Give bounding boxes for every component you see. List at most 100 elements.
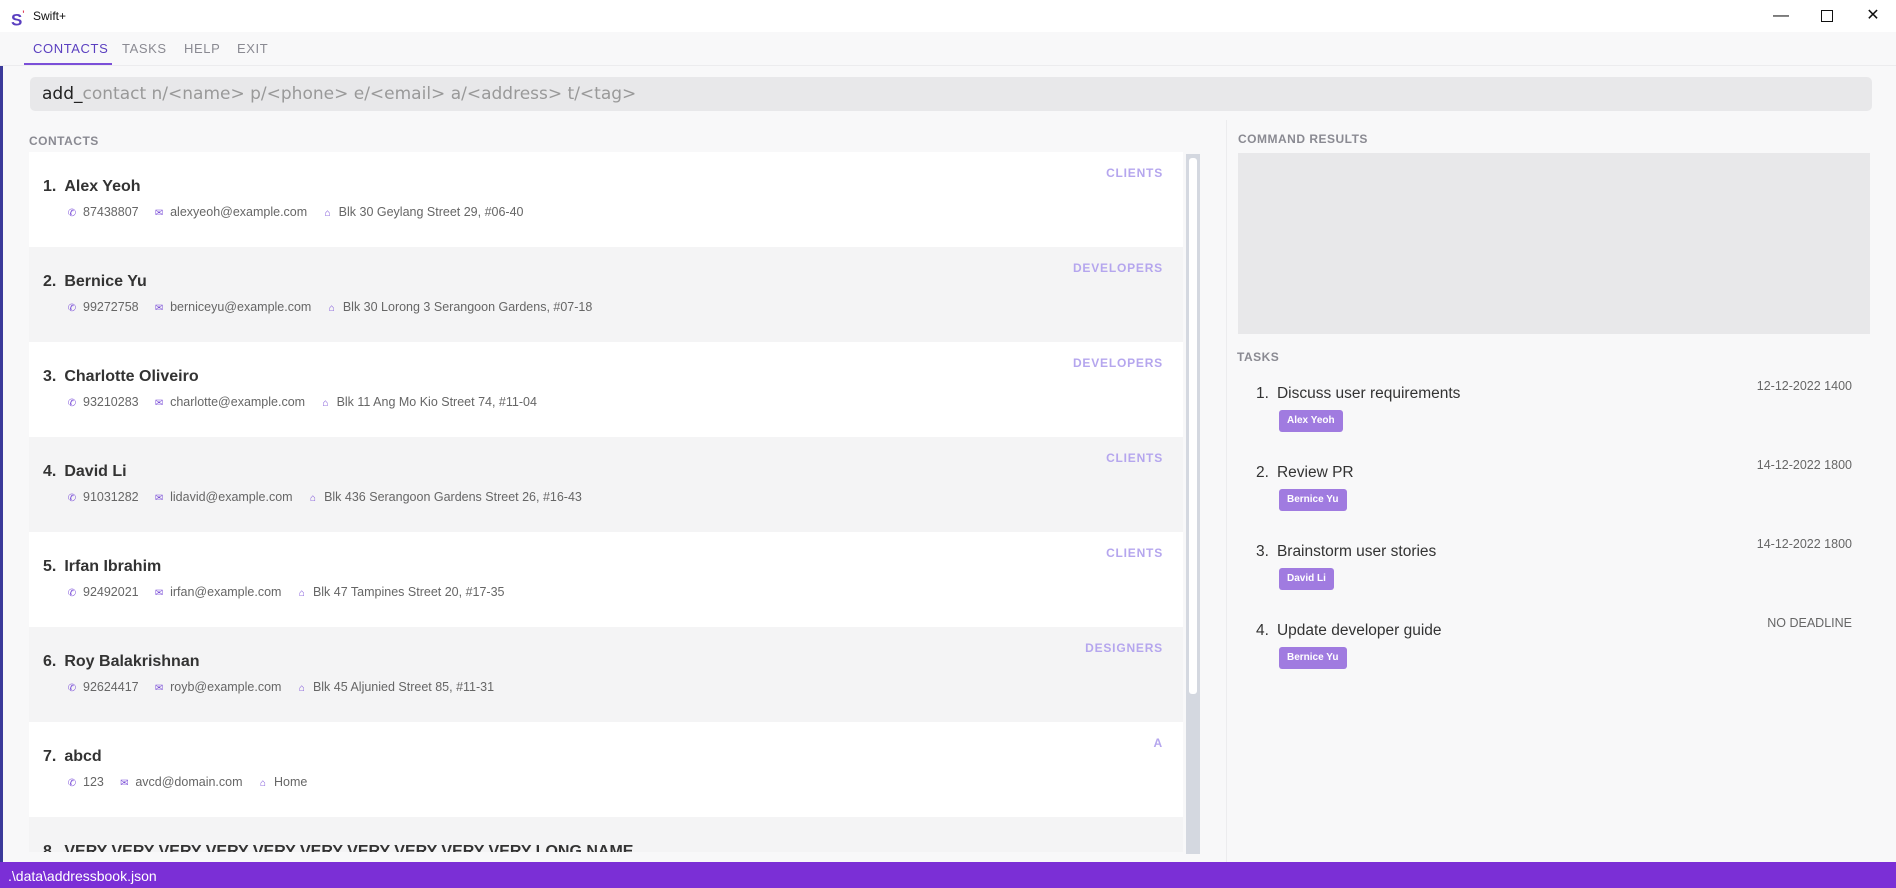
contact-address: Blk 11 Ang Mo Kio Street 74, #11-04 (336, 395, 537, 409)
task-item[interactable]: 1. Discuss user requirements 12-12-2022 1… (1256, 379, 1856, 455)
command-input[interactable]: add_contact n/<name> p/<phone> e/<email>… (30, 77, 1872, 111)
contact-card[interactable]: 7. abcd A ✆ 123 ✉ avcd@domain.com ⌂ Home (29, 722, 1183, 817)
contacts-heading: CONTACTS (29, 134, 99, 148)
contact-phone: 99272758 (83, 300, 139, 314)
contact-email: berniceyu@example.com (170, 300, 312, 314)
task-title: 2. Review PR (1256, 464, 1354, 481)
contact-address: Blk 47 Tampines Street 20, #17-35 (312, 585, 505, 599)
active-tab-indicator (24, 63, 112, 65)
task-title: 4. Update developer guide (1256, 622, 1442, 639)
phone-icon: ✆ (67, 683, 77, 694)
task-title: 1. Discuss user requirements (1256, 385, 1461, 402)
maximize-button[interactable] (1804, 0, 1850, 32)
contact-email: irfan@example.com (170, 585, 282, 599)
contact-email: alexyeoh@example.com (170, 205, 308, 219)
contact-card[interactable]: 2. Bernice Yu DEVELOPERS ✆ 99272758 ✉ berni… (29, 247, 1183, 342)
scrollbar-thumb[interactable] (1189, 158, 1197, 694)
contact-tag: DEVELOPERS (1072, 356, 1163, 370)
contact-tag: DESIGNERS (1085, 641, 1163, 655)
contact-email: charlotte@example.com (170, 395, 306, 409)
menu-bar: CONTACTS TASKS HELP EXIT (0, 32, 1896, 66)
contact-phone: 92624417 (83, 680, 139, 694)
minimize-button[interactable]: — (1758, 0, 1804, 32)
contact-address: Blk 45 Aljunied Street 85, #11-31 (312, 680, 495, 694)
phone-icon: ✆ (67, 208, 77, 219)
contact-card[interactable]: 1. Alex Yeoh CLIENTS ✆ 87438807 ✉ alexyeoh@… (29, 152, 1183, 247)
mail-icon: ✉ (120, 778, 129, 789)
contact-details: ✆ 93210283 ✉ charlotte@example.com ⌂ Blk 11… (67, 395, 549, 409)
contact-details: ✆ 99272758 ✉ berniceyu@example.com ⌂ Blk 30… (67, 300, 604, 314)
app-logo-icon: S' (11, 9, 25, 30)
task-item[interactable]: 4. Update developer guide NO DEADLINE Ber… (1256, 616, 1856, 692)
contact-details: ✆ 92624417 ✉ royb@example.com ⌂ Blk 45 Alju… (67, 680, 506, 694)
contact-tag: CLIENTS (1106, 451, 1163, 465)
phone-icon: ✆ (67, 778, 77, 789)
close-button[interactable]: ✕ (1850, 0, 1896, 32)
task-deadline: 12-12-2022 1400 (1756, 379, 1852, 393)
home-icon: ⌂ (322, 398, 329, 409)
tab-contacts[interactable]: CONTACTS (33, 41, 108, 56)
phone-icon: ✆ (67, 493, 77, 504)
tab-exit[interactable]: EXIT (237, 41, 268, 56)
home-icon: ⌂ (259, 778, 267, 789)
contact-name: 5. Irfan Ibrahim (43, 558, 162, 575)
contact-card[interactable]: 3. Charlotte Oliveiro DEVELOPERS ✆ 9321028… (29, 342, 1183, 437)
contact-details: ✆ 91031282 ✉ lidavid@example.com ⌂ Blk 436 … (67, 490, 594, 504)
task-contact-chip: David Li (1279, 568, 1334, 590)
contact-details: ✆ 123 ✉ avcd@domain.com ⌂ Home (67, 775, 319, 789)
contact-name: 1. Alex Yeoh (43, 178, 141, 195)
phone-icon: ✆ (67, 303, 77, 314)
tab-tasks[interactable]: TASKS (122, 41, 167, 56)
contact-phone: 87438807 (83, 205, 139, 219)
contact-card[interactable]: 8. VERY VERY VERY VERY VERY VERY VERY VER… (29, 817, 1183, 852)
command-results-heading: COMMAND RESULTS (1238, 132, 1368, 146)
phone-icon: ✆ (67, 588, 77, 599)
contact-address: Home (274, 775, 308, 789)
contact-card[interactable]: 5. Irfan Ibrahim CLIENTS ✆ 92492021 ✉ irfan… (29, 532, 1183, 627)
task-contact-chip: Alex Yeoh (1279, 410, 1343, 432)
contact-name: 6. Roy Balakrishnan (43, 653, 200, 670)
command-results-box (1238, 153, 1870, 334)
contact-email: royb@example.com (170, 680, 282, 694)
contact-card[interactable]: 4. David Li CLIENTS ✆ 91031282 ✉ lidavid@ex… (29, 437, 1183, 532)
mail-icon: ✉ (154, 398, 164, 409)
contact-phone: 123 (83, 775, 104, 789)
title-bar: S' Swift+ — ✕ (0, 0, 1896, 33)
mail-icon: ✉ (154, 208, 164, 219)
task-contact-chip: Bernice Yu (1279, 489, 1347, 511)
contact-name: 2. Bernice Yu (43, 273, 147, 290)
window-title: Swift+ (33, 9, 67, 23)
contact-address: Blk 30 Geylang Street 29, #06-40 (338, 205, 524, 219)
mail-icon: ✉ (154, 683, 164, 694)
contact-address: Blk 436 Serangoon Gardens Street 26, #16… (324, 490, 582, 504)
contact-address: Blk 30 Lorong 3 Serangoon Gardens, #07-1… (342, 300, 593, 314)
task-item[interactable]: 2. Review PR 14-12-2022 1800 Bernice Yu (1256, 458, 1856, 534)
command-hint-text: contact n/<name> p/<phone> e/<email> a/<… (82, 84, 637, 104)
data-file-path: .\data\addressbook.json (8, 868, 157, 884)
contact-name: 8. VERY VERY VERY VERY VERY VERY VERY VER… (43, 843, 634, 852)
mail-icon: ✉ (154, 493, 164, 504)
task-title: 3. Brainstorm user stories (1256, 543, 1437, 560)
contact-tag: CLIENTS (1106, 546, 1163, 560)
home-icon: ⌂ (324, 208, 331, 219)
status-bar: .\data\addressbook.json (0, 862, 1896, 888)
command-typed-text: add_ (42, 84, 83, 104)
task-contact-chip: Bernice Yu (1279, 647, 1347, 669)
tab-help[interactable]: HELP (184, 41, 220, 56)
contact-card[interactable]: 6. Roy Balakrishnan DESIGNERS ✆ 92624417 ✉… (29, 627, 1183, 722)
contact-name: 3. Charlotte Oliveiro (43, 368, 199, 385)
contact-email: avcd@domain.com (135, 775, 243, 789)
contact-list[interactable]: 1. Alex Yeoh CLIENTS ✆ 87438807 ✉ alexyeoh@… (29, 152, 1183, 852)
contact-email: lidavid@example.com (170, 490, 293, 504)
home-icon: ⌂ (328, 303, 335, 314)
maximize-icon (1821, 9, 1833, 22)
contact-details: ✆ 87438807 ✉ alexyeoh@example.com ⌂ Blk 30 … (67, 205, 536, 219)
mail-icon: ✉ (154, 303, 164, 314)
task-deadline: NO DEADLINE (1767, 616, 1852, 630)
mail-icon: ✉ (154, 588, 164, 599)
contact-tag: CLIENTS (1106, 166, 1163, 180)
window-edge (0, 0, 3, 888)
contact-phone: 92492021 (83, 585, 139, 599)
task-item[interactable]: 3. Brainstorm user stories 14-12-2022 180… (1256, 537, 1856, 613)
tasks-heading: TASKS (1237, 350, 1280, 364)
